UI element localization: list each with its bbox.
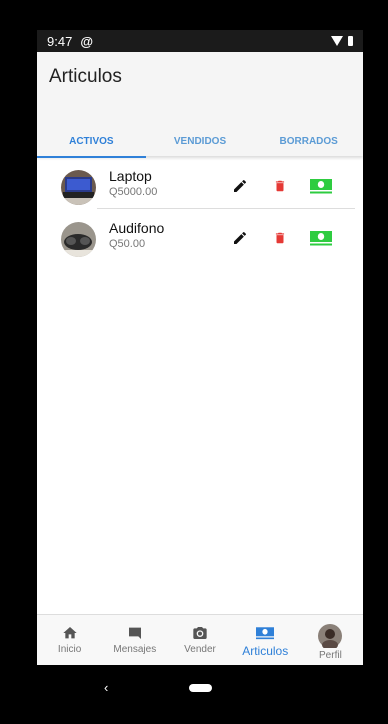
list-item[interactable]: Laptop Q5000.00 bbox=[37, 164, 363, 206]
money-icon[interactable] bbox=[310, 178, 332, 199]
item-name: Laptop bbox=[109, 168, 152, 184]
delete-icon[interactable] bbox=[273, 230, 287, 251]
app-bar: Articulos ACTIVOS VENDIDOS BORRADOS bbox=[37, 52, 363, 158]
edit-icon[interactable] bbox=[232, 230, 248, 251]
nav-inicio[interactable]: Inicio bbox=[37, 615, 102, 665]
nav-perfil[interactable]: Perfil bbox=[298, 615, 363, 665]
camera-icon bbox=[192, 624, 208, 642]
status-time: 9:47 bbox=[47, 33, 73, 49]
chat-icon bbox=[127, 624, 143, 642]
item-name: Audifono bbox=[109, 220, 165, 236]
system-navigation: ‹ bbox=[37, 665, 363, 710]
status-icons bbox=[331, 36, 353, 46]
tab-bar: ACTIVOS VENDIDOS BORRADOS bbox=[37, 122, 363, 158]
home-icon bbox=[62, 624, 78, 642]
nav-label: Perfil bbox=[319, 650, 342, 661]
home-button[interactable] bbox=[188, 683, 212, 692]
nav-label: Mensajes bbox=[113, 644, 157, 655]
nav-articulos[interactable]: Articulos bbox=[233, 615, 298, 665]
page-title: Articulos bbox=[49, 66, 122, 87]
tab-borrados[interactable]: BORRADOS bbox=[254, 122, 363, 156]
status-bar: 9:47 @ bbox=[37, 30, 363, 52]
item-price: Q5000.00 bbox=[109, 186, 158, 198]
item-price: Q50.00 bbox=[109, 238, 146, 250]
phone-frame: 9:47 @ Articulos ACTIVOS VENDIDOS BORRAD… bbox=[37, 30, 363, 710]
avatar bbox=[318, 624, 343, 648]
list-item[interactable]: Audifono Q50.00 bbox=[37, 208, 363, 258]
nav-label: Articulos bbox=[242, 644, 289, 658]
wifi-icon bbox=[331, 36, 343, 46]
money-icon[interactable] bbox=[310, 230, 332, 251]
back-button[interactable]: ‹ bbox=[104, 680, 108, 695]
tab-vendidos[interactable]: VENDIDOS bbox=[146, 122, 255, 156]
bottom-navigation: Inicio Mensajes Vender Articulos Perfil bbox=[37, 614, 363, 665]
app-screen: Articulos ACTIVOS VENDIDOS BORRADOS Lapt… bbox=[37, 52, 363, 665]
tab-activos[interactable]: ACTIVOS bbox=[37, 122, 146, 158]
sync-icon: @ bbox=[80, 33, 93, 49]
laptop-thumbnail bbox=[61, 170, 96, 205]
nav-vender[interactable]: Vender bbox=[167, 615, 232, 665]
money-icon bbox=[256, 624, 275, 642]
nav-mensajes[interactable]: Mensajes bbox=[102, 615, 167, 665]
edit-icon[interactable] bbox=[232, 178, 248, 199]
nav-label: Vender bbox=[184, 644, 216, 655]
headphones-thumbnail bbox=[61, 222, 96, 257]
nav-label: Inicio bbox=[57, 644, 82, 655]
battery-icon bbox=[348, 36, 353, 46]
articles-list: Laptop Q5000.00 Audifono Q50.00 bbox=[37, 164, 363, 268]
delete-icon[interactable] bbox=[273, 178, 287, 199]
